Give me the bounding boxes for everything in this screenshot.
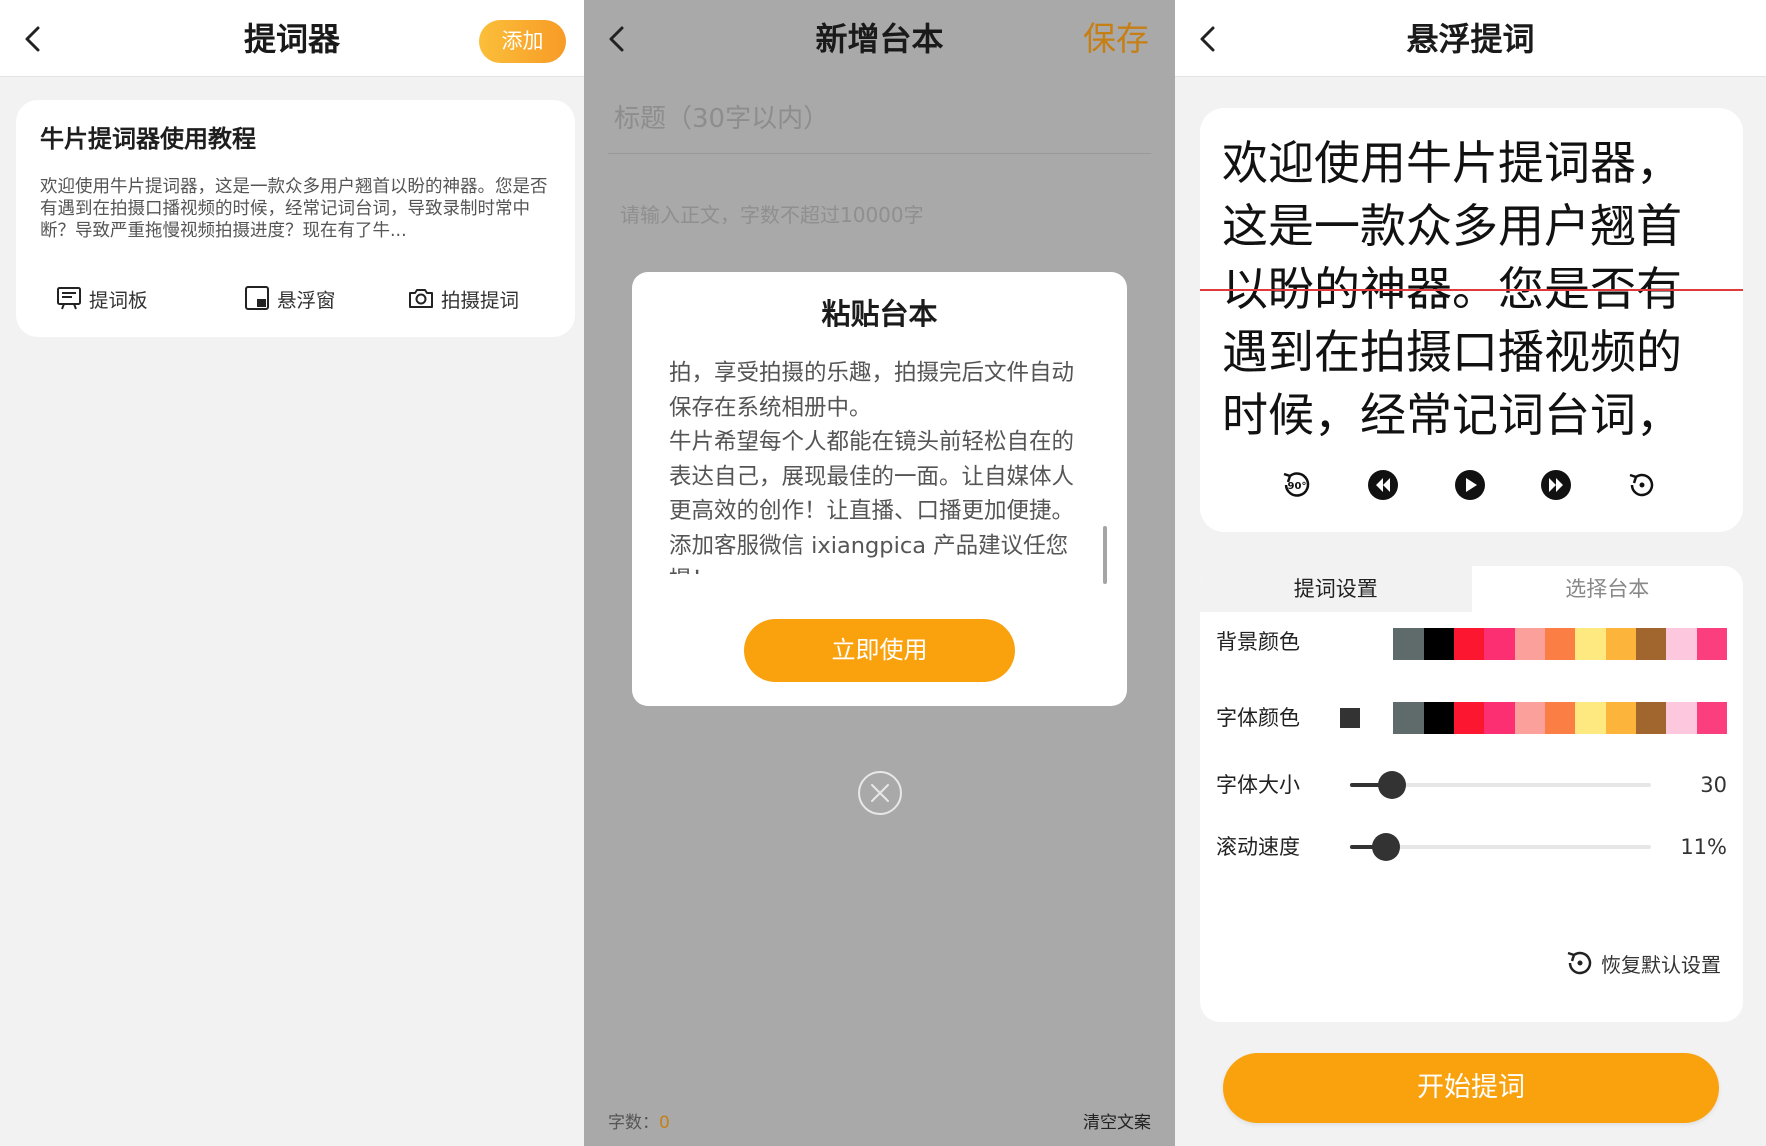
close-dialog-icon[interactable] bbox=[857, 770, 903, 816]
reset-default-button[interactable]: 恢复默认设置 bbox=[1563, 946, 1721, 980]
float-window-icon bbox=[245, 286, 269, 310]
scroll-speed-slider[interactable] bbox=[1350, 833, 1651, 861]
navbar: 新增台本 保存 bbox=[584, 0, 1175, 77]
add-button[interactable]: 添加 bbox=[479, 20, 566, 63]
settings-panel: 提词设置 选择台本 背景颜色 字体颜色 字体大小 30 滚动速度 11% 恢复默… bbox=[1200, 566, 1743, 1022]
bg-color-swatch[interactable] bbox=[1423, 628, 1454, 660]
body-input[interactable]: 请输入正文，字数不超过10000字 bbox=[620, 200, 924, 230]
navbar: 提词器 添加 bbox=[0, 0, 584, 77]
scroll-speed-label: 滚动速度 bbox=[1216, 835, 1300, 859]
word-count-value: 0 bbox=[659, 1113, 670, 1133]
font-color-swatch[interactable] bbox=[1453, 702, 1485, 734]
font-color-swatch[interactable] bbox=[1575, 702, 1606, 734]
bg-color-swatch[interactable] bbox=[1696, 628, 1727, 660]
font-color-swatch[interactable] bbox=[1393, 702, 1424, 734]
word-count: 字数：0 bbox=[608, 1108, 670, 1133]
bg-color-swatch[interactable] bbox=[1575, 628, 1606, 660]
script-card-preview: 欢迎使用牛片提词器，这是一款众多用户翘首以盼的神器。您是否有遇到在拍摄口播视频的… bbox=[40, 177, 548, 241]
reset-default-label: 恢复默认设置 bbox=[1601, 952, 1721, 977]
bg-color-label: 背景颜色 bbox=[1216, 630, 1300, 654]
font-size-label: 字体大小 bbox=[1216, 773, 1300, 797]
start-prompt-button[interactable]: 开始提词 bbox=[1223, 1053, 1719, 1123]
bg-color-swatch[interactable] bbox=[1605, 628, 1636, 660]
teleprompter-home-screen: 提词器 添加 牛片提词器使用教程 欢迎使用牛片提词器，这是一款众多用户翘首以盼的… bbox=[0, 0, 584, 1146]
bg-color-swatch[interactable] bbox=[1635, 628, 1667, 660]
bg-color-swatch[interactable] bbox=[1393, 628, 1424, 660]
use-now-button[interactable]: 立即使用 bbox=[744, 619, 1015, 682]
paste-script-dialog: 粘贴台本 拍，享受拍摄的乐趣，拍摄完后文件自动保存在系统相册中。 牛片希望每个人… bbox=[632, 272, 1127, 706]
fast-forward-icon[interactable] bbox=[1539, 468, 1573, 502]
dialog-scrollbar[interactable] bbox=[1103, 526, 1107, 584]
dialog-text[interactable]: 拍，享受拍摄的乐趣，拍摄完后文件自动保存在系统相册中。 牛片希望每个人都能在镜头… bbox=[669, 356, 1079, 574]
rewind-icon[interactable] bbox=[1366, 468, 1400, 502]
title-input[interactable]: 标题（30字以内） bbox=[608, 94, 1151, 154]
word-count-label: 字数： bbox=[608, 1113, 659, 1133]
scroll-speed-value: 11% bbox=[1680, 835, 1727, 859]
new-script-screen: 新增台本 保存 标题（30字以内） 请输入正文，字数不超过10000字 粘贴台本… bbox=[584, 0, 1175, 1146]
camera-prompt-button[interactable]: 拍摄提词 bbox=[407, 283, 519, 313]
bg-color-swatch[interactable] bbox=[1514, 628, 1545, 660]
preview-text: 欢迎使用牛片提词器，这是一款众多用户翘首以盼的神器。您是否有遇到在拍摄口播视频的… bbox=[1222, 136, 1682, 442]
play-icon[interactable] bbox=[1453, 468, 1487, 502]
page-title: 悬浮提词 bbox=[1406, 20, 1535, 58]
camera-prompt-label: 拍摄提词 bbox=[441, 288, 520, 312]
bg-color-swatch[interactable] bbox=[1544, 628, 1576, 660]
font-color-swatch[interactable] bbox=[1514, 702, 1545, 734]
font-color-swatch[interactable] bbox=[1605, 702, 1636, 734]
rotate-90-label: 90° bbox=[1288, 481, 1307, 492]
font-size-slider[interactable] bbox=[1350, 771, 1651, 799]
font-color-swatch[interactable] bbox=[1363, 702, 1394, 734]
scroll-speed-slider-thumb[interactable] bbox=[1372, 833, 1401, 861]
save-button[interactable]: 保存 bbox=[1083, 18, 1149, 60]
reset-icon bbox=[1567, 951, 1592, 975]
font-color-swatch[interactable] bbox=[1696, 702, 1727, 734]
font-color-swatch[interactable] bbox=[1544, 702, 1576, 734]
bg-color-swatch[interactable] bbox=[1363, 628, 1394, 660]
font-color-label: 字体颜色 bbox=[1216, 706, 1300, 730]
navbar: 悬浮提词 bbox=[1175, 0, 1766, 77]
bg-color-swatch[interactable] bbox=[1666, 628, 1697, 660]
font-size-value: 30 bbox=[1700, 773, 1727, 797]
font-color-swatch[interactable] bbox=[1635, 702, 1667, 734]
font-color-swatches bbox=[1363, 702, 1727, 734]
teleprompter-board-button[interactable]: 提词板 bbox=[55, 283, 148, 313]
clear-text-button[interactable]: 清空文案 bbox=[1083, 1108, 1151, 1133]
rotate-90-icon[interactable]: 90° bbox=[1280, 468, 1314, 502]
board-icon bbox=[57, 287, 81, 310]
font-color-swatch[interactable] bbox=[1484, 702, 1515, 734]
restart-icon[interactable] bbox=[1625, 468, 1659, 502]
reading-guide-line bbox=[1200, 289, 1743, 291]
float-window-button[interactable]: 悬浮窗 bbox=[243, 283, 336, 313]
font-size-slider-thumb[interactable] bbox=[1378, 771, 1407, 799]
tab-select-script[interactable]: 选择台本 bbox=[1471, 566, 1743, 612]
bg-color-swatch[interactable] bbox=[1453, 628, 1485, 660]
font-color-swatch[interactable] bbox=[1423, 702, 1454, 734]
playback-controls: 90° bbox=[1200, 468, 1743, 508]
board-label: 提词板 bbox=[89, 288, 148, 312]
font-color-indicator bbox=[1340, 708, 1360, 728]
bg-color-swatches bbox=[1363, 628, 1727, 660]
prompt-preview: 欢迎使用牛片提词器，这是一款众多用户翘首以盼的神器。您是否有遇到在拍摄口播视频的… bbox=[1200, 108, 1743, 532]
tab-prompt-settings[interactable]: 提词设置 bbox=[1200, 566, 1472, 612]
camera-icon bbox=[409, 289, 433, 308]
bg-color-swatch[interactable] bbox=[1484, 628, 1515, 660]
dialog-title: 粘贴台本 bbox=[821, 297, 938, 331]
settings-tabs: 提词设置 选择台本 bbox=[1200, 566, 1743, 612]
font-color-swatch[interactable] bbox=[1666, 702, 1697, 734]
floating-prompt-screen: 悬浮提词 欢迎使用牛片提词器，这是一款众多用户翘首以盼的神器。您是否有遇到在拍摄… bbox=[1175, 0, 1766, 1146]
float-window-label: 悬浮窗 bbox=[277, 288, 336, 312]
script-card-title: 牛片提词器使用教程 bbox=[40, 125, 256, 153]
